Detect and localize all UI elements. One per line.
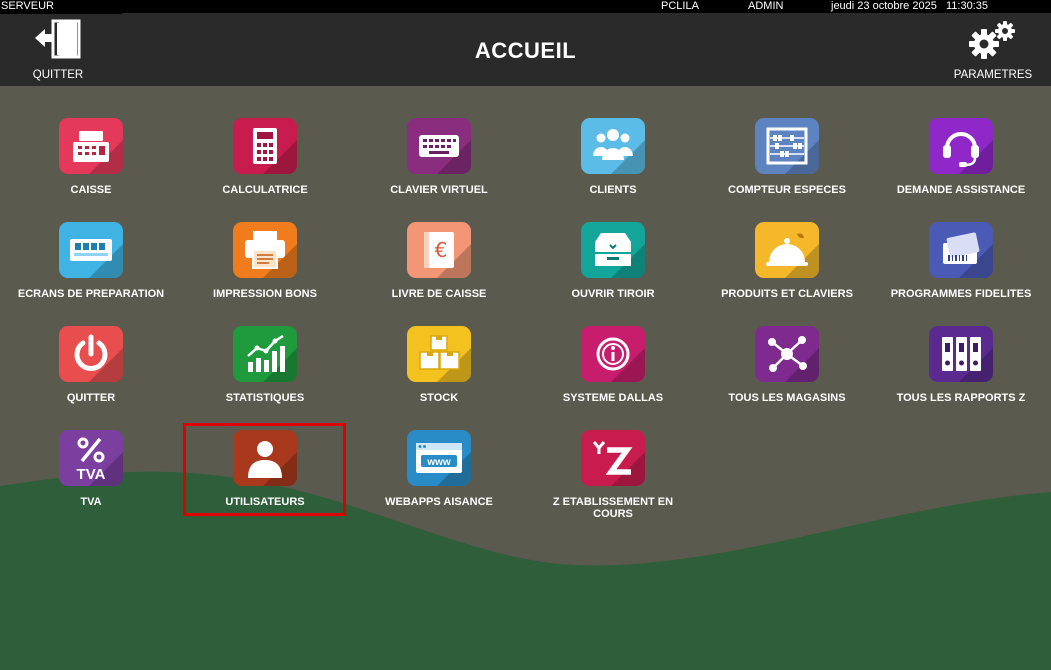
date-time: jeudi 23 octobre 2025 11:30:35 [831,0,988,12]
tile-systeme-dallas[interactable]: SYSTEME DALLAS [526,294,700,404]
tile-label: TVA [80,496,102,508]
settings-button[interactable]: PARAMETRES [944,14,1042,86]
tile-ouvrir-tiroir[interactable]: OUVRIR TIROIR [526,190,700,300]
header-bar: QUITTER ACCUEIL PARAMETRES [0,14,1051,86]
tile-statistiques[interactable]: STATISTIQUES [178,294,352,404]
tile-label: TOUS LES MAGASINS [728,392,846,404]
user-name: ADMIN [748,0,784,12]
network-icon [755,326,819,382]
cash-book-icon: € [407,222,471,278]
tile-programmes-fidelites[interactable]: PROGRAMMES FIDELITES [874,190,1048,300]
boxes-icon [407,326,471,382]
calculator-icon [233,118,297,174]
app-grid: CAISSE CALCULATRICE CLAVIER VIRTUEL CLIENTS… [0,86,1051,670]
loyalty-card-icon [929,222,993,278]
tile-label: Z ETABLISSEMENT EN COURS [552,496,674,520]
tile-tous-les-rapports-z[interactable]: TOUS LES RAPPORTS Z [874,294,1048,404]
tile-label: UTILISATEURS [225,496,305,508]
tile-caisse[interactable]: CAISSE [4,86,178,196]
z-report-icon: Z [581,430,645,486]
status-bar: SERVEUR PCLILA ADMIN jeudi 23 octobre 20… [0,0,1051,14]
tile-impression-bons[interactable]: IMPRESSION BONS [178,190,352,300]
percent-icon: TVA [59,430,123,486]
printer-icon [233,222,297,278]
tile-webapps-aisance[interactable]: www WEBAPPS AISANCE [352,398,526,508]
abacus-icon [755,118,819,174]
tile-livre-de-caisse[interactable]: € LIVRE DE CAISSE [352,190,526,300]
quit-label: QUITTER [32,69,84,81]
tile-z-etablissement-en-cours[interactable]: Z Z ETABLISSEMENT EN COURS [526,398,700,520]
drawer-icon [581,222,645,278]
gears-icon [969,21,1015,59]
page-title: ACCUEIL [474,38,577,63]
tile-clavier-virtuel[interactable]: CLAVIER VIRTUEL [352,86,526,196]
web-window-icon: www [407,430,471,486]
tile-stock[interactable]: STOCK [352,294,526,404]
dallas-key-icon [581,326,645,382]
tile-clients[interactable]: CLIENTS [526,86,700,196]
binders-icon [929,326,993,382]
terminal-name: PCLILA [661,0,699,12]
tile-utilisateurs[interactable]: UTILISATEURS [178,398,352,508]
user-icon [233,430,297,486]
power-icon [59,326,123,382]
cash-register-icon [59,118,123,174]
display-icon [59,222,123,278]
keyboard-icon [407,118,471,174]
food-icon [755,222,819,278]
people-icon [581,118,645,174]
tile-demande-assistance[interactable]: DEMANDE ASSISTANCE [874,86,1048,196]
tile-ecrans-de-preparation[interactable]: ECRANS DE PREPARATION [4,190,178,300]
tile-tva[interactable]: TVA TVA [4,398,178,508]
tile-compteur-especes[interactable]: COMPTEUR ESPECES [700,86,874,196]
server-name: SERVEUR [1,0,54,12]
svg-text:€: € [435,238,448,262]
tile-produits-et-claviers[interactable]: PRODUITS ET CLAVIERS [700,190,874,300]
settings-label: PARAMETRES [953,69,1033,81]
tile-label: WEBAPPS AISANCE [385,496,493,508]
web-window-text: www [426,457,451,468]
tile-quitter[interactable]: QUITTER [4,294,178,404]
tile-calculatrice[interactable]: CALCULATRICE [178,86,352,196]
tile-tous-les-magasins[interactable]: TOUS LES MAGASINS [700,294,874,404]
percent-text: TVA [77,466,106,483]
chart-icon [233,326,297,382]
headset-icon [929,118,993,174]
tile-label: TOUS LES RAPPORTS Z [896,392,1026,404]
